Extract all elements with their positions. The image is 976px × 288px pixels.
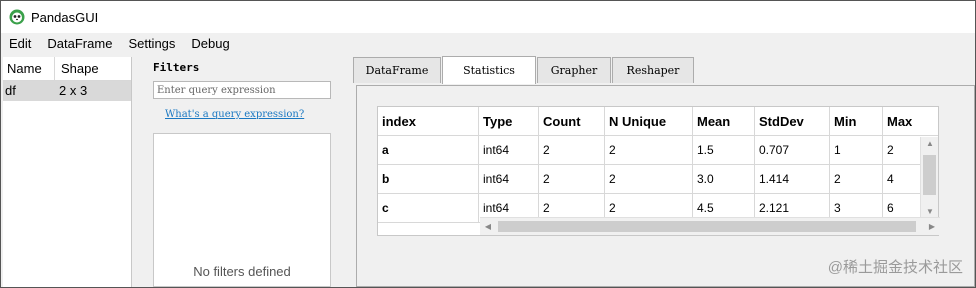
app-window: PandasGUI Edit DataFrame Settings Debug … [0, 0, 976, 288]
menu-debug[interactable]: Debug [183, 33, 237, 55]
menu-edit[interactable]: Edit [1, 33, 39, 55]
filters-title: Filters [153, 61, 200, 74]
statistics-table: index Type Count N Unique Mean StdDev Mi… [377, 106, 940, 236]
tab-bar: DataFrame Statistics Grapher Reshaper [353, 56, 975, 85]
dataframe-name: df [5, 83, 16, 98]
title-bar: PandasGUI [1, 1, 975, 33]
filters-panel: Filters What's a query expression? No fi… [147, 57, 341, 287]
cell-mean: 1.5 [693, 136, 755, 165]
cell-count: 2 [539, 136, 605, 165]
tab-statistics[interactable]: Statistics [442, 56, 536, 84]
horizontal-scroll-thumb[interactable] [498, 221, 916, 232]
scroll-left-arrow-icon[interactable]: ◀ [480, 218, 496, 236]
column-header-index[interactable]: index [378, 107, 479, 136]
column-header-min[interactable]: Min [830, 107, 883, 136]
column-header-shape[interactable]: Shape [55, 57, 131, 80]
table-header-row: index Type Count N Unique Mean StdDev Mi… [378, 107, 938, 136]
cell-min: 1 [830, 136, 883, 165]
column-header-stddev[interactable]: StdDev [755, 107, 830, 136]
cell-type: int64 [479, 165, 539, 194]
vertical-scroll-thumb[interactable] [923, 155, 936, 195]
column-header-max[interactable]: Max [883, 107, 938, 136]
menu-settings[interactable]: Settings [120, 33, 183, 55]
scroll-right-arrow-icon[interactable]: ▶ [924, 218, 940, 236]
cell-max: 4 [883, 165, 920, 194]
cell-min: 2 [830, 165, 883, 194]
tab-dataframe[interactable]: DataFrame [353, 57, 441, 83]
dataframe-shape: 2 x 3 [59, 83, 88, 98]
dataframe-list-header: Name Shape [3, 57, 131, 81]
query-input[interactable] [153, 81, 331, 99]
menu-bar: Edit DataFrame Settings Debug [1, 33, 975, 55]
table-row[interactable]: b int64 2 2 3.0 1.414 2 4 [378, 165, 920, 194]
row-index: a [378, 136, 479, 165]
scroll-up-arrow-icon[interactable]: ▲ [921, 137, 939, 151]
row-index: c [378, 194, 479, 223]
table-row[interactable]: a int64 2 2 1.5 0.707 1 2 [378, 136, 920, 165]
window-title: PandasGUI [31, 9, 99, 25]
row-index: b [378, 165, 479, 194]
cell-n-unique: 2 [605, 136, 693, 165]
column-header-count[interactable]: Count [539, 107, 605, 136]
horizontal-scrollbar[interactable]: ◀ ▶ [480, 217, 940, 235]
pandas-app-icon [9, 9, 25, 25]
menu-dataframe[interactable]: DataFrame [39, 33, 120, 55]
cell-n-unique: 2 [605, 165, 693, 194]
no-filters-message: No filters defined [193, 264, 291, 279]
cell-stddev: 0.707 [755, 136, 830, 165]
tab-grapher[interactable]: Grapher [537, 57, 611, 83]
watermark: @稀土掘金技术社区 [827, 259, 963, 276]
cell-count: 2 [539, 165, 605, 194]
column-header-type[interactable]: Type [479, 107, 539, 136]
query-help-link[interactable]: What's a query expression? [165, 109, 304, 120]
column-header-n-unique[interactable]: N Unique [605, 107, 693, 136]
cell-stddev: 1.414 [755, 165, 830, 194]
vertical-scrollbar[interactable]: ▲ ▼ [920, 137, 938, 219]
filter-list: No filters defined [153, 133, 331, 287]
column-header-name[interactable]: Name [3, 57, 55, 80]
dataframe-row[interactable]: df 2 x 3 [3, 81, 131, 101]
dataframe-list: Name Shape df 2 x 3 [3, 57, 132, 287]
cell-type: int64 [479, 136, 539, 165]
cell-max: 2 [883, 136, 920, 165]
cell-mean: 3.0 [693, 165, 755, 194]
tab-reshaper[interactable]: Reshaper [612, 57, 694, 83]
column-header-mean[interactable]: Mean [693, 107, 755, 136]
panel-splitter[interactable] [341, 57, 349, 287]
